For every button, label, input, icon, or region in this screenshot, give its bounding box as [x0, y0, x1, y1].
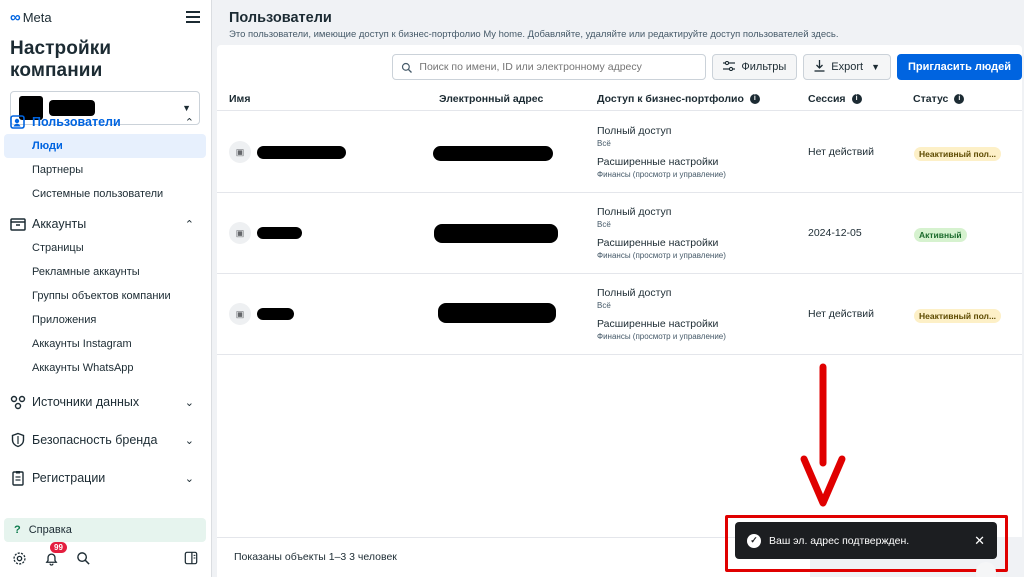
notification-count-badge: 99 [50, 542, 67, 553]
close-icon[interactable]: ✕ [974, 533, 985, 549]
table-row[interactable]: ▣ Полный доступ Всё Расширенные настройк… [217, 112, 1022, 193]
caret-down-icon: ▼ [871, 62, 880, 72]
results-count: Показаны объекты 1–3 3 человек [234, 551, 397, 563]
user-name-redacted [257, 227, 302, 239]
sidebar-item-instagram[interactable]: Аккаунты Instagram [0, 332, 212, 356]
floating-help-button[interactable] [976, 562, 996, 577]
user-email-redacted [433, 146, 553, 161]
sidebar-group-users[interactable]: Пользователи ⌃ [0, 110, 212, 134]
search-input[interactable] [419, 61, 700, 73]
user-avatar-icon: ▣ [229, 303, 251, 325]
toast-message: Ваш эл. адрес подтвержден. [769, 534, 910, 547]
sidebar-item-partners[interactable]: Партнеры [0, 158, 212, 182]
sidebar-item-system-users[interactable]: Системные пользователи [0, 182, 212, 206]
user-email-redacted [438, 303, 556, 323]
info-icon[interactable]: i [851, 94, 862, 104]
info-icon[interactable]: i [749, 94, 760, 104]
sidebar-group-label: Пользователи [32, 115, 121, 129]
search-icon[interactable] [74, 549, 92, 567]
sidebar-group-label: Регистрации [32, 471, 106, 485]
session-cell: Нет действий [808, 308, 874, 320]
sidebar: ∞ Meta Настройки компании ▼ Пользователи… [0, 0, 212, 577]
column-header-email[interactable]: Электронный адрес [439, 93, 543, 105]
download-icon [814, 59, 825, 75]
sidebar-group-label: Аккаунты [32, 217, 87, 231]
users-icon [10, 114, 26, 130]
info-icon[interactable]: i [954, 94, 965, 104]
session-cell: 2024-12-05 [808, 227, 862, 239]
access-cell: Полный доступ Всё Расширенные настройки … [597, 287, 726, 341]
status-badge: Неактивный пол... [914, 147, 1002, 161]
help-icon: ? [14, 524, 21, 536]
sidebar-group-registrations[interactable]: Регистрации ⌄ [0, 464, 212, 492]
invite-people-button[interactable]: Пригласить людей [897, 54, 1022, 80]
toolbar: Фильтры Export ▼ Пригласить людей [392, 54, 1022, 80]
table-footer: Показаны объекты 1–3 3 человек [217, 537, 810, 577]
sidebar-item-ad-accounts[interactable]: Рекламные аккаунты [0, 260, 212, 284]
meta-logo-icon: ∞ [10, 8, 21, 26]
sidebar-item-whatsapp[interactable]: Аккаунты WhatsApp [0, 356, 212, 380]
sidebar-item-apps[interactable]: Приложения [0, 308, 212, 332]
chevron-up-icon: ⌃ [184, 218, 194, 231]
settings-title: Настройки компании [10, 38, 112, 81]
column-header-status[interactable]: Статус i [913, 93, 965, 105]
chevron-up-icon: ⌃ [184, 116, 194, 129]
sidebar-item-people[interactable]: Люди [4, 134, 206, 158]
page-description: Это пользователи, имеющие доступ к бизне… [229, 29, 839, 40]
status-badge: Активный [914, 228, 967, 242]
sidebar-group-brand-safety[interactable]: Безопасность бренда ⌄ [0, 426, 212, 454]
column-header-name[interactable]: Имя [229, 93, 250, 105]
check-circle-icon: ✓ [747, 533, 761, 548]
sidebar-group-label: Источники данных [32, 395, 140, 409]
sidebar-group-data-sources[interactable]: Источники данных ⌄ [0, 388, 212, 416]
help-link[interactable]: ? Справка [4, 518, 206, 542]
chevron-down-icon: ⌄ [184, 396, 194, 409]
access-cell: Полный доступ Всё Расширенные настройки … [597, 125, 726, 179]
sidebar-item-pages[interactable]: Страницы [0, 236, 212, 260]
chevron-down-icon: ⌄ [184, 434, 194, 447]
user-name-redacted [257, 308, 294, 320]
collapse-sidebar-icon[interactable] [182, 549, 200, 567]
column-header-access[interactable]: Доступ к бизнес-портфолио i [597, 93, 760, 105]
user-avatar-icon: ▣ [229, 222, 251, 244]
status-badge: Неактивный пол... [914, 309, 1002, 323]
search-field[interactable] [392, 54, 707, 80]
table-row[interactable]: ▣ Полный доступ Всё Расширенные настройк… [217, 274, 1022, 355]
sidebar-nav: Пользователи ⌃ Люди Партнеры Системные п… [0, 110, 212, 492]
export-label: Export [831, 61, 864, 73]
page-title: Пользователи [229, 10, 332, 26]
sidebar-group-label: Безопасность бренда [32, 433, 158, 447]
column-header-session[interactable]: Сессия i [808, 93, 862, 105]
user-email-redacted [434, 224, 558, 243]
main-content: Пользователи Это пользователи, имеющие д… [212, 0, 1024, 577]
toast-notification: ✓ Ваш эл. адрес подтвержден. ✕ [735, 522, 997, 559]
filter-sliders-icon [723, 60, 736, 74]
accounts-icon [10, 216, 26, 232]
notifications-bell-icon[interactable]: 99 [42, 542, 67, 567]
help-label: Справка [28, 524, 72, 536]
data-sources-icon [10, 394, 26, 410]
user-avatar-icon: ▣ [229, 141, 251, 163]
meta-logo[interactable]: ∞ Meta [10, 9, 52, 26]
registrations-icon [10, 470, 26, 486]
session-cell: Нет действий [808, 146, 874, 158]
users-panel: Фильтры Export ▼ Пригласить людей Имя Эл… [217, 45, 1022, 537]
access-cell: Полный доступ Всё Расширенные настройки … [597, 206, 726, 260]
table-row[interactable]: ▣ Полный доступ Всё Расширенные настройк… [217, 193, 1022, 274]
filters-label: Фильтры [741, 61, 787, 73]
table-header: Имя Электронный адрес Доступ к бизнес-по… [217, 89, 1022, 111]
shield-icon [10, 432, 26, 448]
sidebar-bottom-bar: 99 [10, 542, 206, 569]
export-button[interactable]: Export ▼ [803, 54, 891, 80]
sidebar-group-accounts[interactable]: Аккаунты ⌃ [0, 212, 212, 236]
meta-logo-text: Meta [22, 9, 52, 25]
search-icon [401, 61, 413, 73]
user-name-redacted [257, 146, 346, 159]
sidebar-item-asset-groups[interactable]: Группы объектов компании [0, 284, 212, 308]
chevron-down-icon: ⌄ [184, 472, 194, 485]
filters-button[interactable]: Фильтры [712, 54, 798, 80]
annotation-arrow [800, 363, 846, 507]
menu-icon[interactable] [186, 11, 200, 23]
settings-gear-icon[interactable] [10, 549, 28, 567]
